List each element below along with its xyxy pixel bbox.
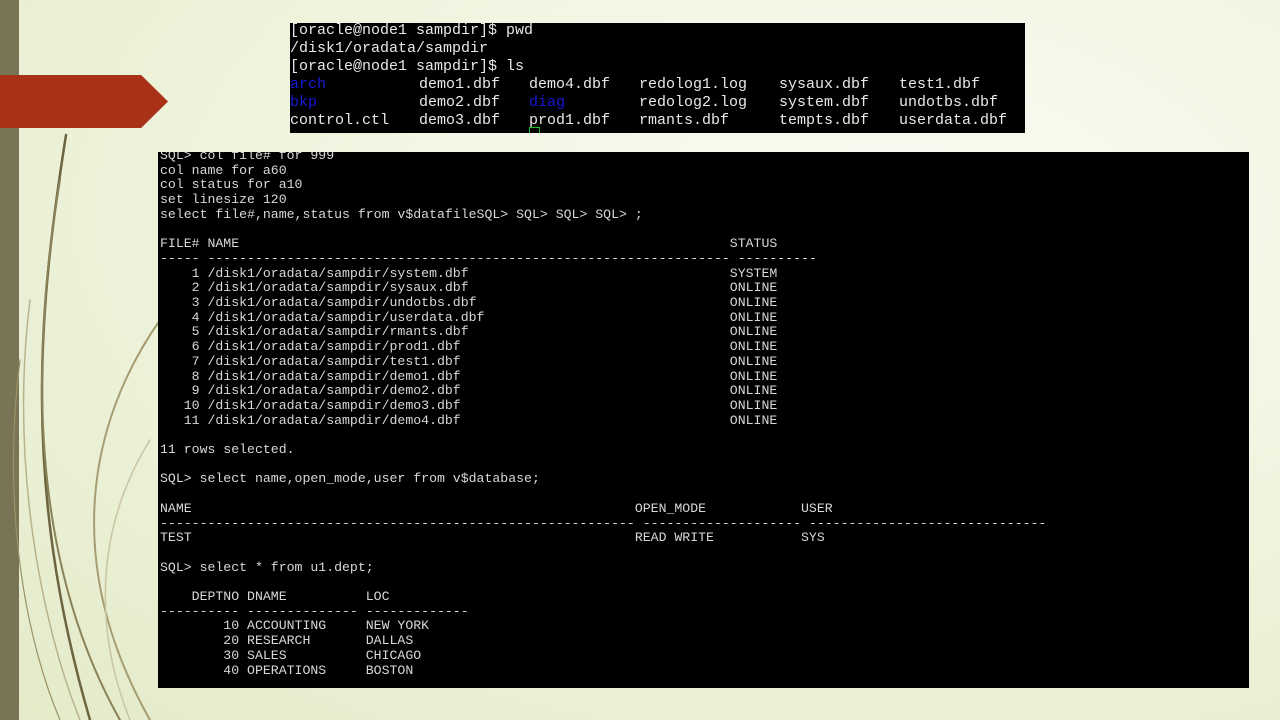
ls-entry: redolog1.log [639, 76, 748, 93]
sql-line: select file#,name,status from v$datafile… [160, 206, 643, 222]
ls-entry: system.dbf [779, 94, 870, 111]
ls-entry: test1.dbf [899, 76, 981, 93]
shell-terminal-screenshot: [oracle@node1 sampdir]$ pwd/disk1/oradat… [290, 23, 1025, 133]
terminal-cursor [529, 127, 540, 133]
sql-line: 10 ACCOUNTING NEW YORK [160, 618, 430, 634]
sql-line: TEST READ WRITE SYS [160, 530, 825, 546]
sql-line: 11 rows selected. [160, 442, 295, 457]
ls-entry: demo2.dbf [419, 94, 501, 111]
ls-entry: redolog2.log [639, 94, 748, 111]
sql-line: 7 /disk1/oradata/sampdir/test1.dbf ONLIN… [160, 353, 778, 369]
sql-line: 3 /disk1/oradata/sampdir/undotbs.dbf ONL… [160, 295, 778, 310]
ls-entry: rmants.dbf [639, 112, 730, 129]
sql-line: 8 /disk1/oradata/sampdir/demo1.dbf ONLIN… [160, 368, 778, 384]
sql-line: DEPTNO DNAME LOC [160, 589, 390, 604]
sqlplus-terminal-screenshot: SQL> col file# for 999 col name for a60 co… [158, 152, 1249, 688]
sql-line: 6 /disk1/oradata/sampdir/prod1.dbf ONLIN… [160, 339, 778, 355]
sql-line: ---------- -------------- ------------- [160, 603, 469, 619]
ls-entry: bkp [290, 94, 318, 111]
sql-line: ----------------------------------------… [160, 515, 1047, 531]
ls-entry: undotbs.dbf [899, 94, 999, 111]
shell-line: [oracle@node1 sampdir]$ pwd [290, 23, 534, 39]
sql-line: col status for a10 [160, 177, 303, 193]
ls-entry: sysaux.dbf [779, 76, 870, 93]
shell-line: /disk1/oradata/sampdir [290, 40, 489, 57]
ls-entry: userdata.dbf [899, 112, 1008, 129]
sql-line: 2 /disk1/oradata/sampdir/sysaux.dbf ONLI… [160, 280, 778, 296]
sql-line: 4 /disk1/oradata/sampdir/userdata.dbf ON… [160, 309, 778, 325]
sql-line: 30 SALES CHICAGO [160, 647, 422, 663]
sql-line: SQL> select name,open_mode,user from v$d… [160, 471, 540, 487]
ls-entry: tempts.dbf [779, 112, 870, 129]
sql-line: SQL> select * from u1.dept; [160, 559, 374, 575]
ls-entry: control.ctl [290, 112, 390, 129]
sql-line: 5 /disk1/oradata/sampdir/rmants.dbf ONLI… [160, 324, 778, 340]
sql-line: FILE# NAME STATUS [160, 236, 778, 252]
sql-line: SQL> col file# for 999 [160, 152, 335, 163]
sql-line: NAME OPEN_MODE USER [160, 500, 833, 516]
sql-line: 9 /disk1/oradata/sampdir/demo2.dbf ONLIN… [160, 383, 778, 399]
sql-line: 10 /disk1/oradata/sampdir/demo3.dbf ONLI… [160, 397, 778, 413]
sql-line: 11 /disk1/oradata/sampdir/demo4.dbf ONLI… [160, 412, 778, 428]
sql-line: 20 RESEARCH DALLAS [160, 633, 414, 649]
sql-line: col name for a60 [160, 162, 287, 178]
sql-line: 40 OPERATIONS BOSTON [160, 662, 414, 678]
ls-entry: arch [290, 76, 327, 93]
ls-entry: prod1.dbf [529, 112, 611, 129]
sql-line: set linesize 120 [160, 192, 287, 208]
sql-line: ----- ----------------------------------… [160, 250, 817, 266]
shell-line: [oracle@node1 sampdir]$ ls [290, 58, 525, 75]
sql-line: 1 /disk1/oradata/sampdir/system.dbf SYST… [160, 265, 778, 281]
ls-entry: demo4.dbf [529, 76, 611, 93]
ls-entry: demo1.dbf [419, 76, 501, 93]
slide-arrow-shape [0, 75, 168, 128]
ls-entry: diag [529, 94, 566, 111]
ls-entry: demo3.dbf [419, 112, 501, 129]
